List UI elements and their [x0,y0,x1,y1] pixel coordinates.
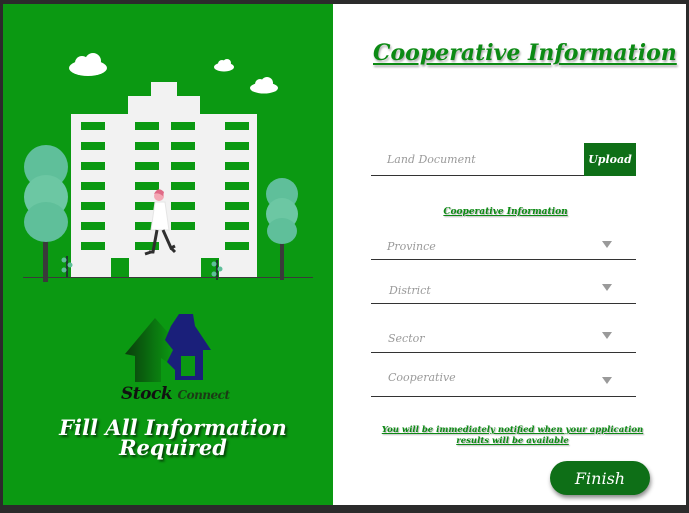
shrub-icon [61,256,73,278]
app-window: Stock Connect Fill All Information Requi… [3,4,686,505]
office-building-illustration [71,82,257,278]
heading-line-2: Required [119,435,227,460]
section-label: Cooperative Information [443,207,568,217]
chevron-down-icon [602,284,612,291]
page-title: Cooperative Information [373,40,677,66]
form-panel: Cooperative Information Land Document Up… [333,4,686,505]
chevron-down-icon [602,332,612,339]
brand-wordmark: Stock Connect [121,384,230,404]
left-panel-heading: Fill All Information Required [23,417,323,460]
cooperative-select[interactable]: Cooperative [371,362,636,397]
cooperative-placeholder: Cooperative [388,371,456,384]
land-document-field[interactable]: Land Document [371,143,585,176]
district-placeholder: District [389,284,431,297]
notification-notice: You will be immediately notified when yo… [381,425,644,446]
sector-placeholder: Sector [388,332,425,345]
chevron-down-icon [602,377,612,384]
district-select[interactable]: District [371,274,636,304]
cloud-icon [214,59,234,72]
chevron-down-icon [602,241,612,248]
brand-connect: Connect [177,388,231,402]
tree-icon [266,178,298,280]
upload-button[interactable]: Upload [584,143,636,176]
left-panel: Stock Connect Fill All Information Requi… [3,4,333,505]
sector-select[interactable]: Sector [371,322,636,353]
province-placeholder: Province [387,240,436,253]
finish-button[interactable]: Finish [550,461,650,495]
province-select[interactable]: Province [371,230,636,260]
brand-stock: Stock [121,384,173,404]
land-document-placeholder: Land Document [387,153,476,166]
land-document-row: Land Document Upload [371,143,636,176]
ground-line [23,277,313,278]
cloud-icon [69,53,107,76]
